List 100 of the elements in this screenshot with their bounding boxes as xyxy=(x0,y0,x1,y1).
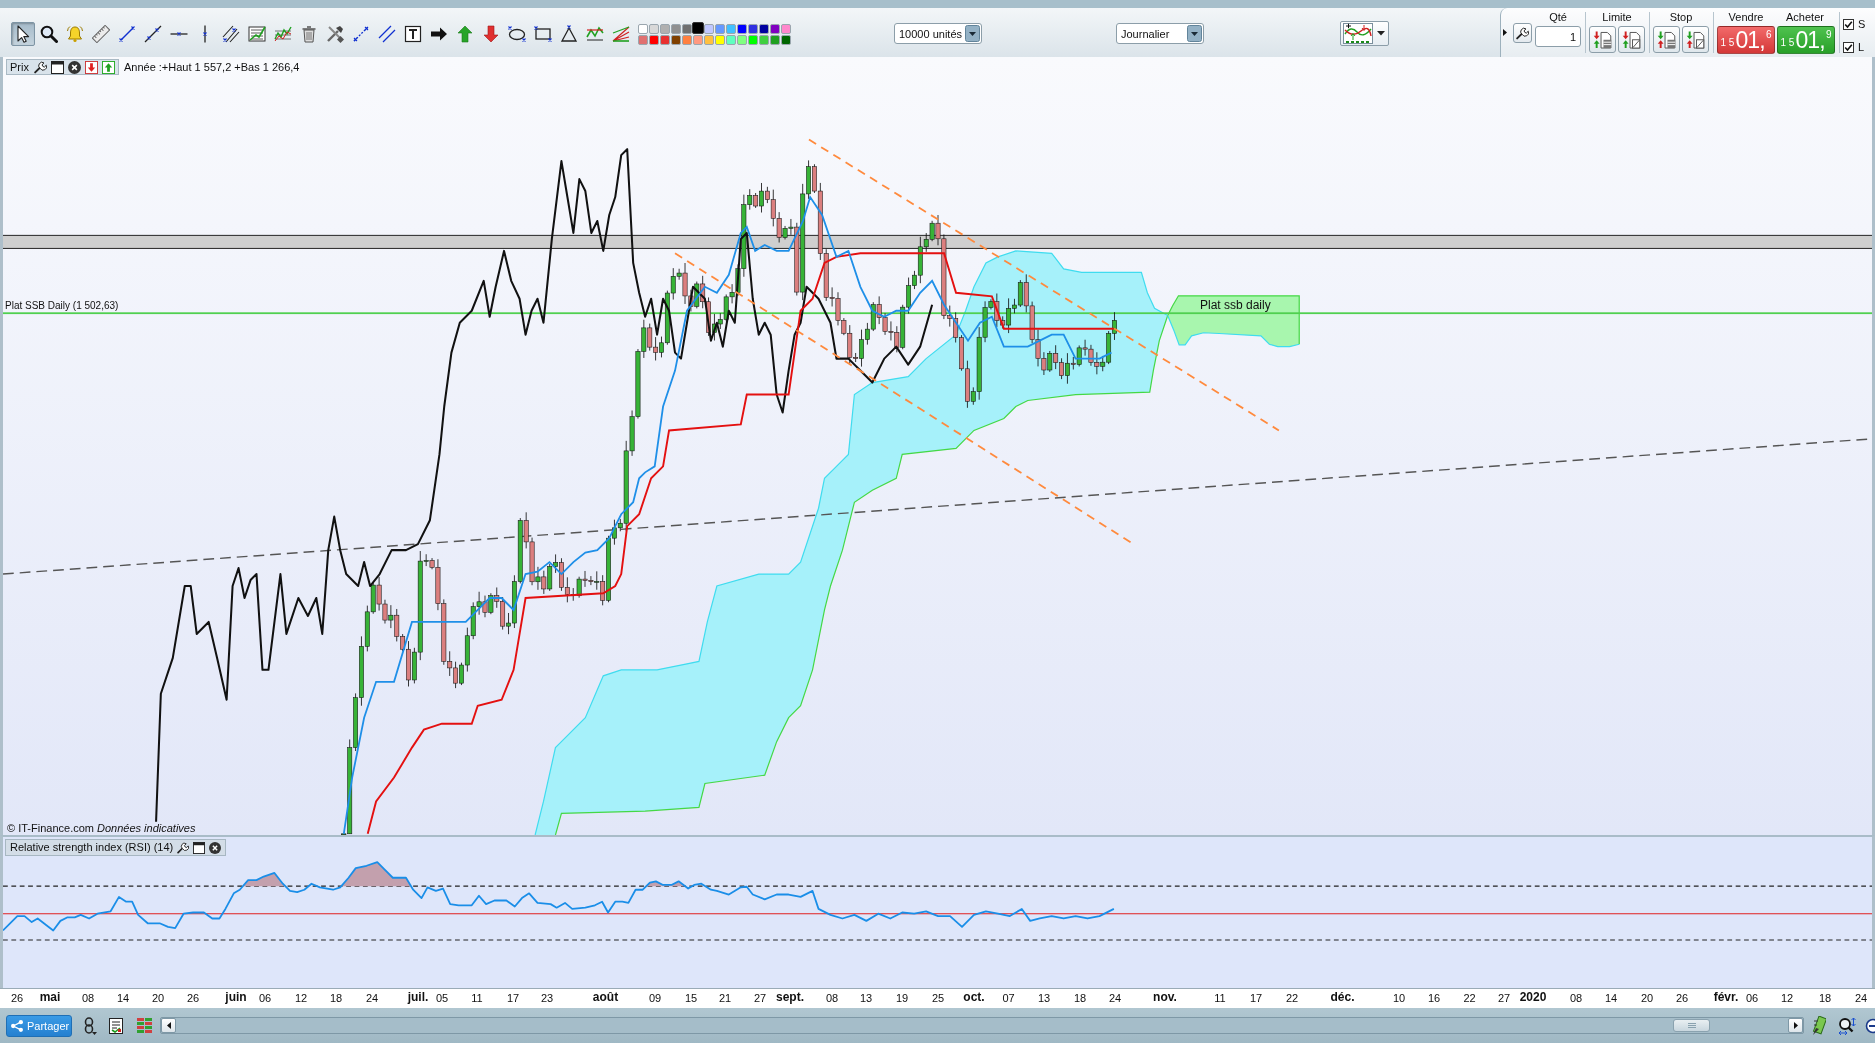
axis-day-label: 12 xyxy=(294,992,308,1005)
color-swatch[interactable] xyxy=(769,34,780,45)
cursor-arrow-icon xyxy=(14,24,32,43)
wrench-icon[interactable] xyxy=(33,60,47,74)
stop-order-button[interactable] xyxy=(1682,26,1709,53)
wrench-hammer-icon[interactable] xyxy=(326,24,344,43)
arrows-document-icon xyxy=(1593,30,1612,49)
dashed-line-icon[interactable] xyxy=(352,24,370,43)
axis-day-label: 21 xyxy=(718,992,732,1005)
window-icon[interactable] xyxy=(50,60,64,74)
double-line-icon[interactable] xyxy=(378,24,396,43)
limit-order-button[interactable] xyxy=(1589,26,1616,53)
axis-month-label: oct. xyxy=(963,991,985,1004)
up-arrow-box-icon[interactable] xyxy=(101,60,115,74)
down-arrow-icon[interactable] xyxy=(482,24,500,43)
color-swatch[interactable] xyxy=(637,34,648,45)
color-swatch[interactable] xyxy=(714,34,725,45)
color-swatch[interactable] xyxy=(648,34,659,45)
trash-icon[interactable] xyxy=(300,24,318,43)
axis-day-label: 24 xyxy=(1854,992,1868,1005)
fan-lines-icon[interactable] xyxy=(612,24,630,43)
color-swatch[interactable] xyxy=(692,34,703,45)
color-swatch[interactable] xyxy=(758,23,769,34)
chain-icon[interactable] xyxy=(83,1016,97,1035)
bell-icon[interactable] xyxy=(66,24,84,43)
color-swatch[interactable] xyxy=(736,23,747,34)
window-icon[interactable] xyxy=(193,841,206,854)
color-swatch[interactable] xyxy=(747,23,758,34)
color-swatch[interactable] xyxy=(670,34,681,45)
color-swatch[interactable] xyxy=(703,23,714,34)
checkbox[interactable] xyxy=(1843,42,1854,53)
rectangle-icon[interactable] xyxy=(534,24,552,43)
text-box-icon[interactable] xyxy=(404,24,422,43)
retracement-grid-icon[interactable] xyxy=(248,24,266,43)
overbought-area xyxy=(242,872,286,887)
period-dropdown[interactable]: Journalier xyxy=(1116,23,1204,44)
axis-day-label: 05 xyxy=(435,992,449,1005)
ellipse-icon[interactable] xyxy=(508,24,526,43)
arrows-document-slash-icon xyxy=(1622,30,1641,49)
close-icon[interactable] xyxy=(209,841,222,854)
color-swatch[interactable] xyxy=(758,34,769,45)
line-segment-icon[interactable] xyxy=(118,24,136,43)
indicator-button[interactable] xyxy=(1340,21,1389,46)
color-swatch[interactable] xyxy=(725,23,736,34)
scroll-thumb[interactable] xyxy=(1673,1019,1710,1032)
zoom-out-icon[interactable] xyxy=(1865,1017,1875,1034)
scroll-left-button[interactable] xyxy=(161,1018,176,1033)
axis-day-label: 20 xyxy=(1640,992,1654,1005)
parallel-lines-icon[interactable] xyxy=(222,24,240,43)
diagonal-line-icon[interactable] xyxy=(144,24,162,43)
color-swatch[interactable] xyxy=(637,23,648,34)
grid-icon[interactable] xyxy=(137,1017,152,1034)
sell-label: Vendre xyxy=(1728,11,1764,24)
color-swatch[interactable] xyxy=(681,23,692,34)
color-swatch[interactable] xyxy=(780,23,791,34)
axis-day-label: 08 xyxy=(825,992,839,1005)
scroll-right-button[interactable] xyxy=(1788,1018,1803,1033)
checklist-icon[interactable] xyxy=(109,1017,123,1034)
color-swatch[interactable] xyxy=(703,34,714,45)
cursor-arrow-tool-button[interactable] xyxy=(11,21,35,46)
axis-month-label: déc. xyxy=(1330,991,1355,1004)
color-swatch[interactable] xyxy=(691,21,704,34)
arrows-document-icon xyxy=(1657,30,1676,49)
stop-order-button[interactable] xyxy=(1653,26,1680,53)
color-swatch[interactable] xyxy=(725,34,736,45)
pen-ruler-icon[interactable] xyxy=(1811,1015,1826,1036)
color-swatch[interactable] xyxy=(648,23,659,34)
axis-day-label: 17 xyxy=(1249,992,1263,1005)
color-swatch[interactable] xyxy=(769,23,780,34)
wrench-icon[interactable] xyxy=(177,841,190,854)
close-icon[interactable] xyxy=(67,60,81,74)
color-swatch[interactable] xyxy=(780,34,791,45)
color-swatch[interactable] xyxy=(670,23,681,34)
checkbox-label: L xyxy=(1858,41,1865,54)
scrollbar-track[interactable] xyxy=(160,1017,1804,1034)
color-swatch[interactable] xyxy=(659,23,670,34)
axis-day-label: 18 xyxy=(329,992,343,1005)
zoom-fit-icon[interactable] xyxy=(1838,1016,1856,1035)
color-swatch[interactable] xyxy=(714,23,725,34)
zigzag-chart-icon[interactable] xyxy=(586,24,604,43)
triangle-icon[interactable] xyxy=(560,24,578,43)
expand-arrow-icon[interactable] xyxy=(1503,29,1507,36)
color-swatch[interactable] xyxy=(659,34,670,45)
magnifier-icon[interactable] xyxy=(40,24,58,43)
limit-order-button[interactable] xyxy=(1618,26,1645,53)
quantity-field[interactable]: 1 xyxy=(1535,26,1581,47)
axis-day-label: 08 xyxy=(1569,992,1583,1005)
lot-size-dropdown[interactable]: 10000 unités xyxy=(894,23,982,44)
color-swatch[interactable] xyxy=(747,34,758,45)
settings-button[interactable] xyxy=(1513,23,1532,43)
checkbox[interactable] xyxy=(1843,19,1854,30)
axis-month-label: sept. xyxy=(776,991,804,1004)
up-arrow-icon[interactable] xyxy=(456,24,474,43)
share-icon xyxy=(11,1019,23,1032)
share-button[interactable]: Partager xyxy=(6,1014,72,1037)
down-arrow-box-icon[interactable] xyxy=(84,60,98,74)
color-swatch[interactable] xyxy=(736,34,747,45)
axis-day-label: 27 xyxy=(753,992,767,1005)
zigzag-lines-icon[interactable] xyxy=(274,24,292,43)
color-swatch[interactable] xyxy=(681,34,692,45)
